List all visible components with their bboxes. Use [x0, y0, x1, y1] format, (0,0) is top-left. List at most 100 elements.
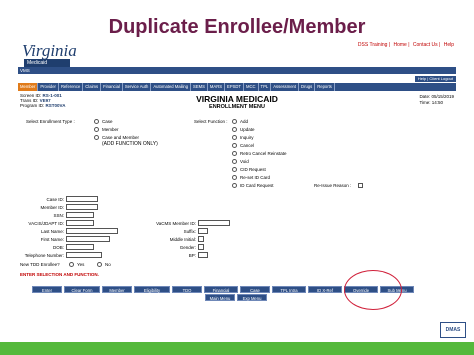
case-id-label: Case ID: [46, 197, 64, 202]
menu-item-reports[interactable]: Reports [315, 83, 335, 91]
vacis-id-input[interactable] [66, 220, 94, 226]
menu-item-mars[interactable]: MARS [208, 83, 226, 91]
radio-cid-request-label: CID Request [240, 167, 266, 172]
radio-case-and-member-label: Case and Member [102, 135, 140, 140]
radio-void[interactable] [232, 159, 237, 164]
tpl-intra-button[interactable]: TPL Intra [272, 286, 306, 293]
exp-menu-button[interactable]: Exp Menu [237, 294, 267, 301]
tdd-yes-radio[interactable] [69, 262, 74, 267]
member-button[interactable]: Member [102, 286, 132, 293]
time-label: Time: [419, 99, 431, 105]
gender-input[interactable] [198, 244, 204, 250]
menu-item-claims[interactable]: Claims [83, 83, 102, 91]
main-menu-bar: Member Provider Reference Claims Financi… [18, 83, 456, 91]
tdd-no-radio[interactable] [97, 262, 102, 267]
radio-member-label: Member [102, 127, 119, 132]
bp-label: BP: [188, 253, 196, 258]
dob-label: DOB: [52, 245, 64, 250]
member-id-label: Member ID: [40, 205, 64, 210]
telephone-input[interactable] [66, 252, 102, 258]
menu-item-service-auth[interactable]: Service Auth [123, 83, 152, 91]
app-header: Virginia Medicaid DSS Training | Home | … [18, 40, 456, 67]
slide-footer-bar [0, 342, 474, 355]
bp-input[interactable] [198, 252, 208, 258]
virginia-logo: Virginia [22, 41, 77, 60]
link-home[interactable]: Home [393, 42, 406, 48]
telephone-label: Telephone Number: [24, 253, 64, 258]
reissue-reason-box[interactable] [358, 183, 363, 188]
medicaid-app-window: Virginia Medicaid DSS Training | Home | … [18, 40, 456, 302]
middle-initial-input[interactable] [198, 236, 204, 242]
gender-label: Gender: [179, 245, 196, 250]
radio-member[interactable] [94, 127, 99, 132]
vacms-member-id-label: VaCMS Member ID: [156, 221, 196, 226]
time-value: 14:50 [431, 99, 444, 105]
menu-item-provider[interactable]: Provider [38, 83, 59, 91]
radio-reset-id-card[interactable] [232, 175, 237, 180]
main-menu-button[interactable]: Main Menu [205, 294, 235, 301]
radio-id-card-request-label: ID Card Request [240, 183, 274, 188]
radio-id-card-request[interactable] [232, 183, 237, 188]
financial-button[interactable]: Financial [204, 286, 238, 293]
menu-item-drugs[interactable]: Drugs [299, 83, 316, 91]
system-bar-2 [18, 75, 456, 81]
radio-inquiry-label: Inquiry [240, 135, 254, 140]
menu-item-reference[interactable]: Reference [59, 83, 84, 91]
function-label: Select Function : [194, 119, 228, 124]
dmas-logo: DMAS [440, 322, 466, 338]
suffix-input[interactable] [198, 228, 208, 234]
link-dss-training[interactable]: DSS Training [358, 42, 387, 48]
ssn-input[interactable] [66, 212, 94, 218]
menu-title: ENROLLMENT MENU [209, 104, 265, 110]
menu-item-member[interactable]: Member [18, 83, 39, 91]
menu-item-mcc[interactable]: MCC [244, 83, 259, 91]
tdd-yes-label: Yes [77, 262, 85, 267]
case-id-input[interactable] [66, 196, 98, 202]
radio-inquiry[interactable] [232, 135, 237, 140]
menu-item-financial[interactable]: Financial [101, 83, 123, 91]
tdd-label: New TDD Enrollee? [20, 262, 60, 267]
date-label: Date: [419, 94, 431, 99]
clear-form-button[interactable]: Clear Form [64, 286, 100, 293]
enter-button[interactable]: Enter [32, 286, 62, 293]
system-title: VIRGINIA MEDICAID [196, 94, 278, 104]
member-id-input[interactable] [66, 204, 98, 210]
vacms-member-id-input[interactable] [198, 220, 230, 226]
logout-link[interactable]: Client Logout [429, 76, 453, 81]
menu-item-assessment[interactable]: Assessment [271, 83, 300, 91]
radio-add[interactable] [232, 119, 237, 124]
link-help[interactable]: Help [444, 42, 454, 48]
menu-item-epsdt[interactable]: EPSDT [225, 83, 244, 91]
id-xref-button[interactable]: ID X-Ref [308, 286, 342, 293]
link-contact-us[interactable]: Contact Us [413, 42, 438, 48]
eligibility-button[interactable]: Eligibility [134, 286, 170, 293]
radio-cid-request[interactable] [232, 167, 237, 172]
menu-item-tpl[interactable]: TPL [259, 83, 272, 91]
last-name-input[interactable] [66, 228, 118, 234]
radio-cancel[interactable] [232, 143, 237, 148]
case-button[interactable]: Case [240, 286, 270, 293]
override-highlight-circle [344, 270, 402, 310]
radio-retro-cancel[interactable] [232, 151, 237, 156]
date-value: 05/15/2019 [431, 94, 454, 99]
radio-void-label: Void [240, 159, 249, 164]
help-link[interactable]: Help [418, 76, 426, 81]
dob-input[interactable] [66, 244, 94, 250]
date-time: Date: 05/15/2019 Time: 14:50 [419, 94, 454, 105]
first-name-input[interactable] [66, 236, 110, 242]
suffix-label: Suffix: [183, 229, 196, 234]
radio-update-label: Update [240, 127, 255, 132]
first-name-label: First Name: [40, 237, 64, 242]
menu-item-sems[interactable]: SEMS [191, 83, 208, 91]
radio-case-and-member[interactable] [94, 135, 99, 140]
radio-update[interactable] [232, 127, 237, 132]
menu-item-automated-mailing[interactable]: Automated Mailing [151, 83, 192, 91]
radio-case-label: Case [102, 119, 113, 124]
last-name-label: Last Name: [40, 229, 64, 234]
medicaid-logo-sub: Medicaid [24, 59, 70, 67]
radio-case[interactable] [94, 119, 99, 124]
tdd-no-label: No [105, 262, 111, 267]
help-logout-links: Help | Client Logout [414, 76, 456, 82]
tdo-button[interactable]: TDO [172, 286, 202, 293]
reissue-reason-label: Re-Issue Reason : [314, 183, 352, 188]
